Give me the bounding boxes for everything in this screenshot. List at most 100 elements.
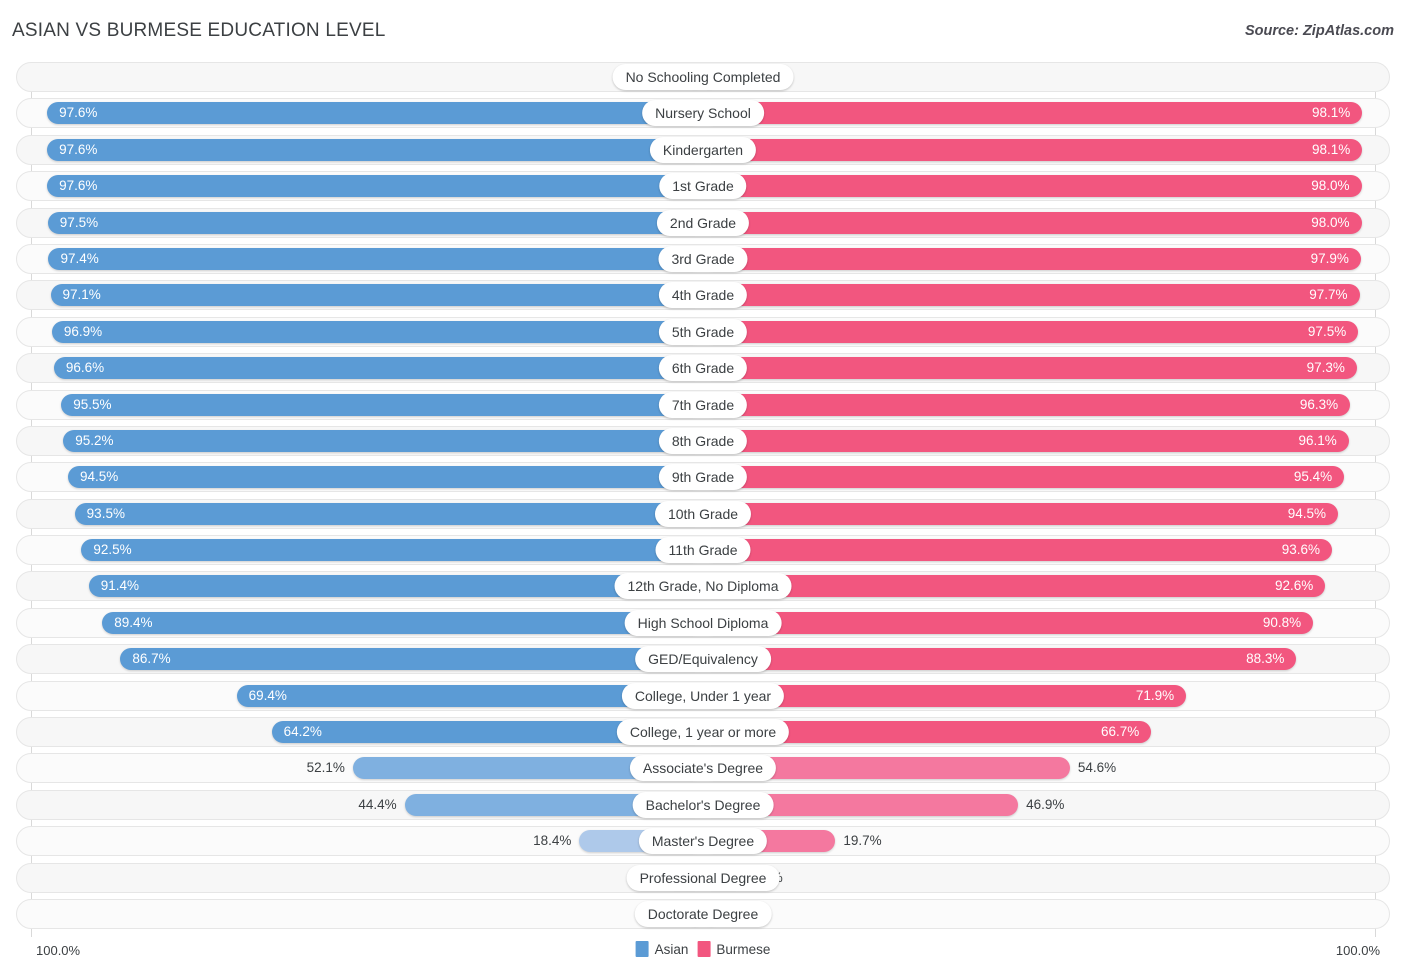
chart-row: 97.6%98.1%Nursery School (0, 98, 1406, 129)
bar-asian (67, 466, 703, 489)
bar-asian (74, 502, 703, 525)
bar-burmese (703, 247, 1361, 270)
chart-row: 97.4%97.9%3rd Grade (0, 243, 1406, 274)
category-label: 1st Grade (659, 173, 747, 200)
chart-row: 69.4%71.9%College, Under 1 year (0, 680, 1406, 711)
bar-burmese (703, 175, 1362, 198)
diverging-bar-chart: 2.4%1.9%No Schooling Completed 97.6%98.1%… (0, 62, 1406, 937)
chart-footer: 100.0% Asian Burmese 100.0% (0, 937, 1406, 975)
bar-burmese (703, 539, 1332, 562)
bar-asian (51, 320, 703, 343)
value-label-asian: 18.4% (533, 833, 572, 849)
category-label: Doctorate Degree (634, 900, 772, 927)
chart-row: 95.2%96.1%8th Grade (0, 425, 1406, 456)
bar-burmese (703, 429, 1349, 452)
bar-asian (63, 429, 703, 452)
chart-row: 18.4% 19.7% Master's Degree (0, 826, 1406, 857)
value-label-burmese: 90.8% (1262, 614, 1302, 630)
chart-row: 52.1% 54.6% Associate's Degree (0, 753, 1406, 784)
bar-asian (102, 611, 703, 634)
category-label: Kindergarten (649, 136, 757, 163)
value-label-burmese: 95.4% (1293, 469, 1333, 485)
category-label: 10th Grade (654, 500, 752, 527)
category-label: High School Diploma (624, 609, 782, 636)
chart-row: 97.1%97.7%4th Grade (0, 280, 1406, 311)
bar-asian (47, 175, 703, 198)
chart-row: 95.5%96.3%7th Grade (0, 389, 1406, 420)
bar-asian (47, 138, 703, 161)
bar-burmese (703, 502, 1339, 525)
category-label: GED/Equivalency (635, 646, 771, 673)
bar-burmese (703, 648, 1297, 671)
chart-row: 91.4%92.6%12th Grade, No Diploma (0, 571, 1406, 602)
bar-burmese (703, 466, 1345, 489)
chart-row: 93.5%94.5%10th Grade (0, 498, 1406, 529)
chart-row: 64.2%66.7%College, 1 year or more (0, 717, 1406, 748)
category-label: College, Under 1 year (621, 682, 785, 709)
bar-asian (48, 247, 703, 270)
value-label-burmese: 97.9% (1310, 250, 1349, 266)
category-label: 8th Grade (658, 427, 748, 454)
bar-asian (120, 648, 703, 671)
value-label-burmese: 46.9% (1026, 796, 1065, 812)
bar-burmese (703, 211, 1362, 234)
category-label: Associate's Degree (629, 755, 777, 782)
category-label: 6th Grade (658, 355, 748, 382)
chart-row: 2.4%1.9%No Schooling Completed (0, 62, 1406, 92)
value-label-burmese: 97.7% (1309, 287, 1348, 303)
bar-asian (47, 102, 703, 125)
bar-asian (61, 393, 703, 416)
legend-swatch-icon (635, 941, 649, 957)
bar-burmese (703, 575, 1326, 598)
value-label-burmese: 54.6% (1077, 760, 1117, 776)
chart-row: 97.5%98.0%2nd Grade (0, 207, 1406, 238)
value-label-burmese: 71.9% (1135, 687, 1175, 703)
category-label: 9th Grade (658, 464, 748, 491)
axis-max-right: 100.0% (1335, 943, 1380, 958)
value-label-asian: 44.4% (358, 796, 397, 812)
bar-asian (81, 539, 703, 562)
chart-row: 44.4% 46.9% Bachelor's Degree (0, 789, 1406, 820)
legend-item[interactable]: Asian (635, 941, 689, 957)
value-label-burmese: 98.0% (1311, 178, 1350, 194)
chart-row: 96.9%97.5%5th Grade (0, 316, 1406, 347)
category-label: 4th Grade (658, 282, 748, 309)
value-label-burmese: 66.7% (1100, 724, 1140, 740)
chart-row: 89.4%90.8%High School Diploma (0, 607, 1406, 638)
chart-row: 97.6%98.1%Kindergarten (0, 134, 1406, 165)
bar-burmese (703, 611, 1314, 634)
category-label: Nursery School (642, 100, 764, 127)
legend-swatch-icon (697, 941, 711, 957)
legend-label: Asian (654, 941, 689, 957)
value-label-burmese: 92.6% (1275, 578, 1314, 594)
bar-asian (47, 211, 703, 234)
axis-max-left: 100.0% (36, 943, 81, 958)
legend-item[interactable]: Burmese (697, 941, 770, 957)
bar-asian (50, 284, 703, 307)
category-label: Master's Degree (638, 828, 768, 855)
chart-rows: 2.4%1.9%No Schooling Completed 97.6%98.1%… (0, 62, 1406, 935)
chart-legend: Asian Burmese (635, 941, 770, 957)
category-label: 7th Grade (658, 391, 748, 418)
category-label: 2nd Grade (656, 209, 750, 236)
category-label: 12th Grade, No Diploma (614, 573, 792, 600)
legend-label: Burmese (716, 941, 771, 957)
category-label: 3rd Grade (658, 245, 748, 272)
chart-row: 86.7%88.3%GED/Equivalency (0, 644, 1406, 675)
value-label-burmese: 96.1% (1298, 432, 1337, 448)
bar-burmese (703, 138, 1363, 161)
value-label-burmese: 98.0% (1311, 214, 1350, 230)
bar-burmese (703, 320, 1359, 343)
chart-page: ASIAN VS BURMESE EDUCATION LEVEL Source:… (0, 0, 1406, 975)
chart-row: 2.4%2.6%Doctorate Degree (0, 898, 1406, 929)
page-title: ASIAN VS BURMESE EDUCATION LEVEL (12, 20, 386, 41)
value-label-burmese: 19.7% (843, 833, 882, 849)
bar-burmese (703, 393, 1351, 416)
category-label: College, 1 year or more (616, 719, 790, 746)
chart-row: 94.5%95.4%9th Grade (0, 462, 1406, 493)
bar-asian (88, 575, 703, 598)
chart-row: 97.6%98.0%1st Grade (0, 171, 1406, 202)
category-label: 5th Grade (658, 318, 748, 345)
value-label-burmese: 97.5% (1307, 323, 1347, 339)
bar-asian (53, 357, 703, 380)
